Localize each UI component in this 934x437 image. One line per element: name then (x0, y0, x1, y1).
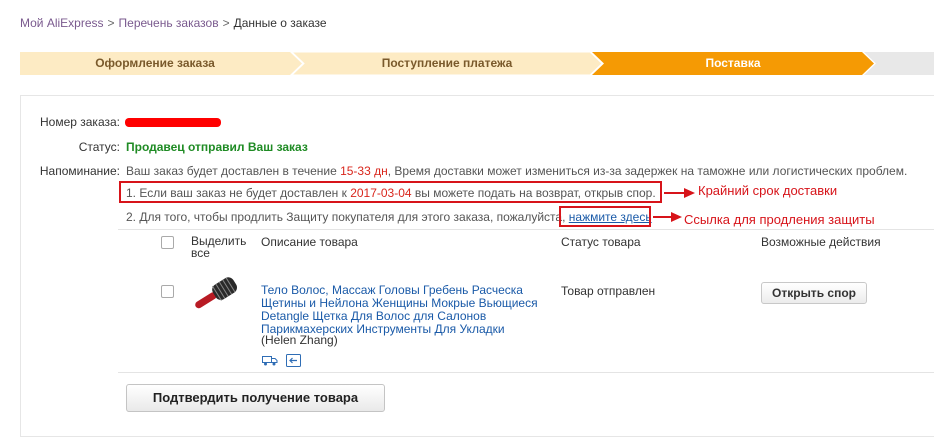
reminder-text: Ваш заказ будет доставлен в течение 15-3… (126, 164, 907, 178)
header-description: Описание товара (261, 235, 358, 249)
order-number-value (125, 115, 221, 129)
step-payment: Поступление платежа (381, 56, 513, 70)
open-dispute-button[interactable]: Открыть спор (761, 282, 867, 304)
order-number-redaction (125, 118, 221, 128)
breadcrumb-current: Данные о заказе (233, 16, 327, 30)
reminder-suffix: , Время доставки может измениться из-за … (387, 164, 908, 178)
select-all-checkbox[interactable] (161, 236, 174, 249)
order-status-value: Продавец отправил Ваш заказ (126, 140, 308, 154)
step-shape-pending (864, 52, 934, 75)
link-highlight-box (559, 206, 651, 227)
deadline-arrow-icon (664, 188, 695, 198)
reminder-prefix: Ваш заказ будет доставлен в течение (126, 164, 341, 178)
delivery-days: 15-33 дн (340, 164, 388, 178)
step-delivery: Поставка (705, 56, 761, 70)
product-title-link[interactable]: Тело Волос, Массаж Головы Гребень Расчес… (261, 284, 551, 336)
product-thumbnail-hairbrush[interactable] (188, 272, 242, 316)
link-arrow-icon (653, 212, 682, 222)
header-select-all: Выделить все (191, 234, 247, 260)
table-bottom-divider (118, 372, 934, 373)
header-actions: Возможные действия (761, 235, 881, 249)
protection-annotation: Ссылка для продления защиты (684, 212, 875, 227)
table-top-divider (118, 229, 934, 230)
header-status: Статус товара (561, 235, 641, 249)
breadcrumb: Мой AliExpress > Перечень заказов > Данные о… (20, 16, 327, 30)
seller-name: (Helen Zhang) (261, 333, 338, 347)
breadcrumb-separator: > (107, 16, 115, 30)
return-icon[interactable] (286, 354, 301, 367)
deadline-annotation: Крайний срок доставки (698, 183, 838, 198)
item-checkbox[interactable] (161, 285, 174, 298)
status-label: Статус: (78, 140, 120, 154)
deadline-highlight-box (119, 181, 662, 203)
order-progress-steps: Оформление заказа Поступление платежа По… (20, 52, 934, 75)
confirm-receipt-button[interactable]: Подтвердить получение товара (126, 384, 385, 412)
step-order: Оформление заказа (95, 56, 215, 70)
order-number-label: Номер заказа: (39, 115, 120, 129)
note2-text: 2. Для того, чтобы продлить Защиту покуп… (126, 210, 569, 224)
reminder-label: Напоминание: (39, 164, 120, 178)
breadcrumb-orders[interactable]: Перечень заказов (119, 16, 219, 30)
item-status: Товар отправлен (561, 284, 656, 298)
shipping-icon[interactable] (262, 354, 278, 366)
breadcrumb-my-aliexpress[interactable]: Мой AliExpress (20, 16, 104, 30)
breadcrumb-separator: > (222, 16, 230, 30)
